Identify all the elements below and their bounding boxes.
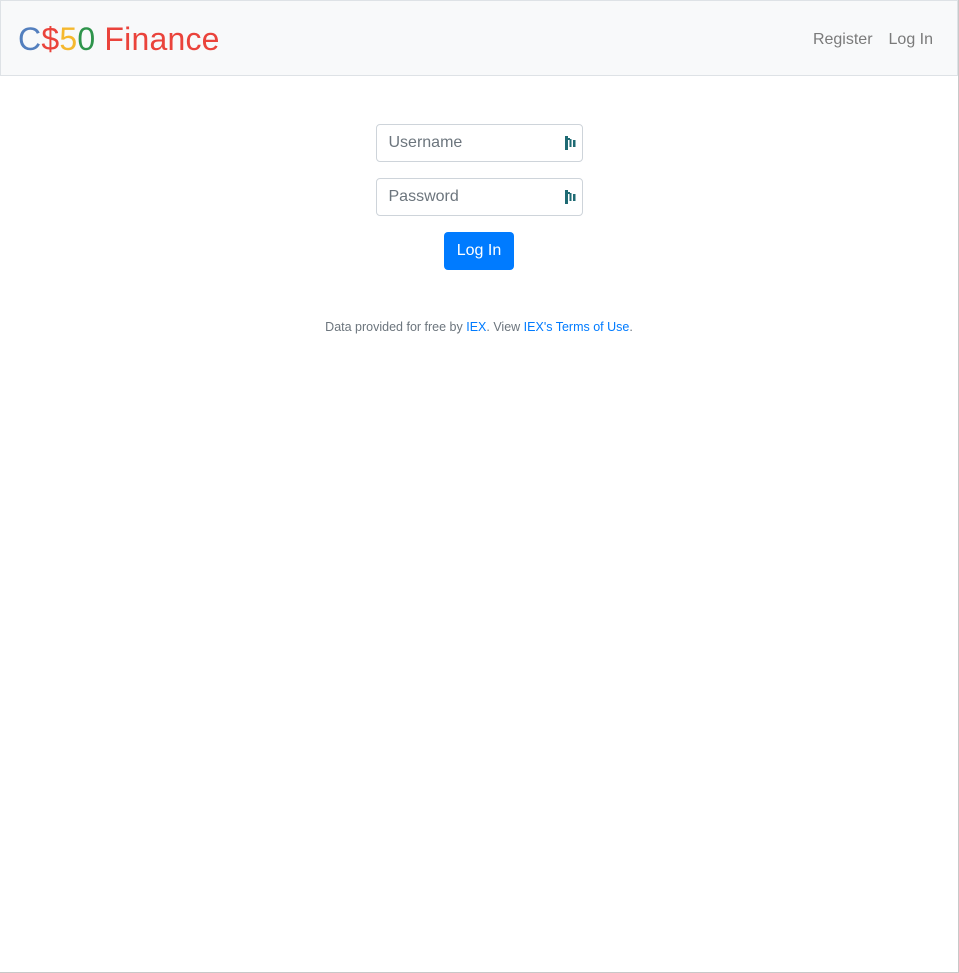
username-input[interactable] <box>376 125 582 161</box>
brand-letter-dollar: $ <box>41 21 60 57</box>
terms-of-use-link[interactable]: IEX's Terms of Use <box>524 320 630 334</box>
login-form: Log In <box>0 124 958 270</box>
navbar: C$50 Finance Register Log In <box>0 0 958 76</box>
brand-letter-5: 5 <box>59 21 78 57</box>
username-field <box>375 124 583 162</box>
password-input[interactable] <box>376 179 582 215</box>
brand-logo[interactable]: C$50 Finance <box>18 21 220 55</box>
brand-word-finance: Finance <box>95 21 220 57</box>
brand-letter-c: C <box>18 21 42 57</box>
footer: Data provided for free by IEX. View IEX'… <box>0 320 958 334</box>
nav-links: Register Log In <box>813 27 933 49</box>
login-link[interactable]: Log In <box>889 31 933 49</box>
footer-text-before: Data provided for free by <box>325 320 467 334</box>
brand-letter-0: 0 <box>77 21 96 57</box>
iex-link[interactable]: IEX <box>466 320 486 334</box>
password-manager-icon[interactable] <box>564 190 577 204</box>
password-manager-icon[interactable] <box>564 136 577 150</box>
footer-text-after: . <box>629 320 633 334</box>
login-button[interactable]: Log In <box>444 232 514 270</box>
page: C$50 Finance Register Log In Username Lo… <box>0 0 959 973</box>
register-link[interactable]: Register <box>813 31 873 49</box>
password-field <box>375 178 583 216</box>
footer-text-middle: . View <box>486 320 524 334</box>
